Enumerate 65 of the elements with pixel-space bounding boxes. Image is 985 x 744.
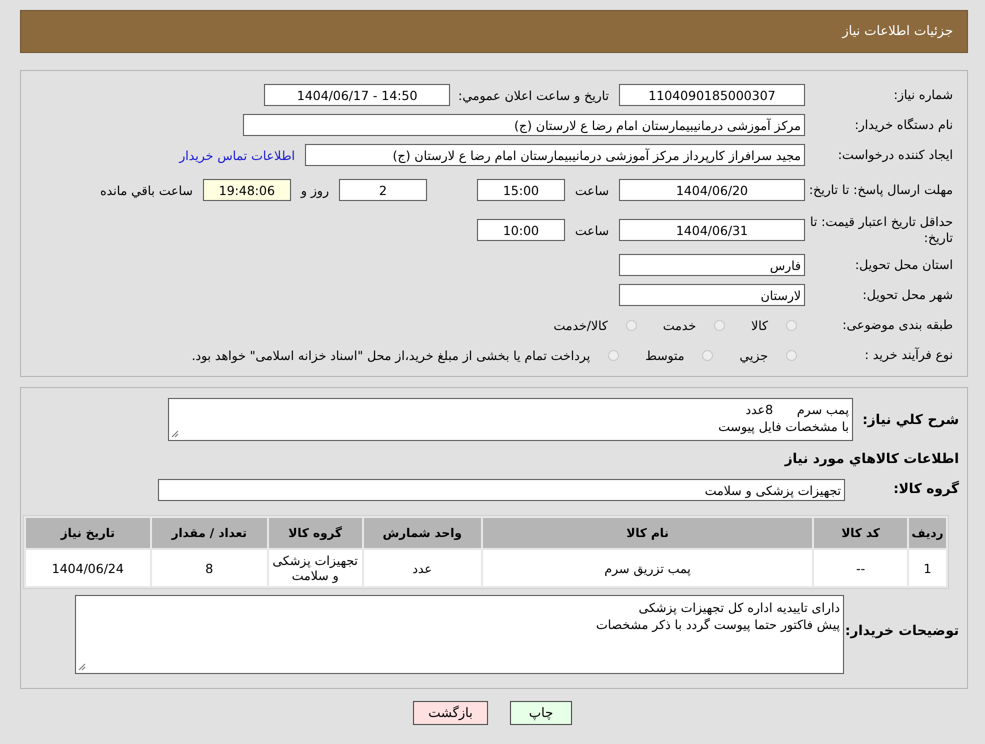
field-label: حداقل تاریخ اعتبار قیمت: تا تاریخ: <box>808 214 954 246</box>
field-label: گروه کالا: <box>892 481 960 497</box>
field-label: شرح كلي نياز: <box>861 412 960 428</box>
field-label: ساعت باقي مانده <box>100 182 193 198</box>
field-label: طبقه بندی موضوعی: <box>841 317 954 333</box>
time-field[interactable]: 10:00 <box>476 219 565 241</box>
field-label: شماره نیاز: <box>892 87 954 103</box>
radio-label: كالا/خدمت <box>553 318 608 332</box>
field-label: ایجاد کننده درخواست: <box>836 147 954 163</box>
radio-button[interactable] <box>786 320 797 330</box>
table-cell: عدد <box>364 550 481 586</box>
field-label: نوع فرآیند خرید : <box>864 347 954 363</box>
field-label: ساعت <box>574 182 609 198</box>
section-heading: اطلاعات كالاهاي مورد نياز <box>783 451 960 467</box>
input-field[interactable]: مجید سرافراز کارپرداز مرکز آموزشی درمانیبیمارستان امام رضا ع لارستان (ج) <box>305 144 805 166</box>
table-cell: 1404/06/24 <box>26 550 150 586</box>
radio-label: كالا <box>751 318 768 332</box>
column-header: نام کالا <box>482 518 812 548</box>
buyer-contact-link[interactable]: اطلاعات تماس خریدار <box>179 148 295 162</box>
column-header: واحد شمارش <box>364 518 481 548</box>
days-field[interactable]: 2 <box>338 179 427 201</box>
field-label: نام دستگاه خریدار: <box>854 117 954 133</box>
page-title: جزئیات اطلاعات نیاز <box>842 24 953 39</box>
column-header: رديف <box>908 518 946 548</box>
radio-button[interactable] <box>626 320 637 330</box>
field-label: شهر محل تحویل: <box>862 287 954 303</box>
input-field[interactable]: 1404/06/17 - 14:50 <box>264 84 450 106</box>
notes-textarea[interactable]: دارای تاییدیه اداره کل تجهیزات پزشکی پیش فاکتور حتما پیوست گردد با ذکر مشخصات <box>75 595 844 674</box>
input-field[interactable]: تجهیزات پزشکی و سلامت <box>158 479 845 501</box>
table-cell: -- <box>814 550 907 586</box>
radio-label: خدمت <box>662 318 696 332</box>
field-label: روز و <box>300 182 329 198</box>
field-label: ساعت <box>574 222 609 238</box>
input-field[interactable]: مرکز آموزشی درمانیبیمارستان امام رضا ع لارستان (ج) <box>243 114 805 136</box>
print-button[interactable]: چاپ <box>510 701 572 725</box>
radio-button[interactable] <box>786 350 797 360</box>
table-cell: تجهیزات پزشکی و سلامت <box>268 550 362 586</box>
input-field[interactable]: 1104090185000307 <box>619 84 805 106</box>
field-label: استان محل تحویل: <box>854 257 954 273</box>
radio-label: پرداخت تمام يا بخشی از مبلغ خرید،از محل "اسناد خزانه اسلامی" خواهد بود. <box>192 348 590 362</box>
back-button[interactable]: بازگشت <box>413 701 488 725</box>
input-field[interactable]: لارستان <box>619 284 805 306</box>
table-cell: 8 <box>152 550 267 586</box>
field-label: مهلت ارسال پاسخ: تا تاریخ: <box>808 182 954 198</box>
resize-grip-icon[interactable] <box>171 430 179 438</box>
description-textarea[interactable]: پمب سرم 8عدد با مشخصات فایل پیوست <box>168 398 853 441</box>
radio-label: جزيي <box>739 348 768 362</box>
countdown-field: 19:48:06 <box>202 179 291 201</box>
date-field[interactable]: 1404/06/20 <box>619 179 805 201</box>
field-label: توضیحات خریدار: <box>844 623 960 639</box>
column-header: تعداد / مقدار <box>152 518 267 548</box>
radio-button[interactable] <box>608 350 620 360</box>
table-cell: پمب تزریق سرم <box>482 550 812 586</box>
field-label: تاریخ و ساعت اعلان عمومي: <box>458 88 609 102</box>
column-header: کد کالا <box>814 518 907 548</box>
radio-button[interactable] <box>714 320 726 330</box>
time-field[interactable]: 15:00 <box>476 179 565 201</box>
resize-grip-icon[interactable] <box>78 663 86 671</box>
table-cell: 1 <box>908 550 946 586</box>
radio-label: متوسط <box>645 348 684 362</box>
input-field[interactable]: فارس <box>619 254 805 276</box>
column-header: تاریخ نیاز <box>26 518 150 548</box>
radio-button[interactable] <box>702 350 714 360</box>
date-field[interactable]: 1404/06/31 <box>619 219 805 241</box>
column-header: گروه کالا <box>268 518 362 548</box>
